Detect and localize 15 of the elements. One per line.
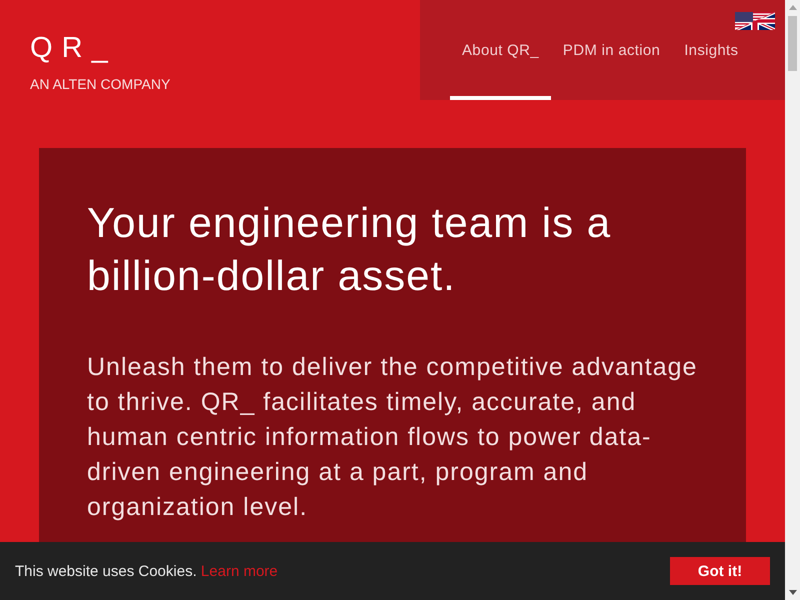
logo-link[interactable]: Q R _ <box>30 31 108 65</box>
scroll-up-icon[interactable] <box>788 5 796 10</box>
learn-more-link[interactable]: Learn more <box>200 562 278 580</box>
scrollbar[interactable] <box>785 0 800 600</box>
nav-link[interactable]: PDM in action <box>550 0 672 100</box>
scrollbar-thumb[interactable] <box>788 16 797 71</box>
logo-tagline: AN ALTEN COMPANY <box>30 76 170 93</box>
us-uk-flag-icon[interactable] <box>735 12 775 30</box>
got-it-button[interactable]: Got it! <box>670 557 770 585</box>
hero-heading: Your engineering team is a billion-dollar asset. <box>87 198 612 301</box>
hero-text: Unleash them to deliver the competitive advantage to thrive. QR_ facilitates timely, accurate, and human centric information flows to power data-driven engineering at a part, program and organization level. <box>87 352 698 523</box>
scroll-down-icon[interactable] <box>788 590 796 595</box>
cookie-message: This website uses Cookies. Learn more <box>15 562 278 580</box>
nav-link[interactable]: Insights <box>672 0 750 100</box>
nav-link[interactable]: About QR_ <box>450 0 551 100</box>
